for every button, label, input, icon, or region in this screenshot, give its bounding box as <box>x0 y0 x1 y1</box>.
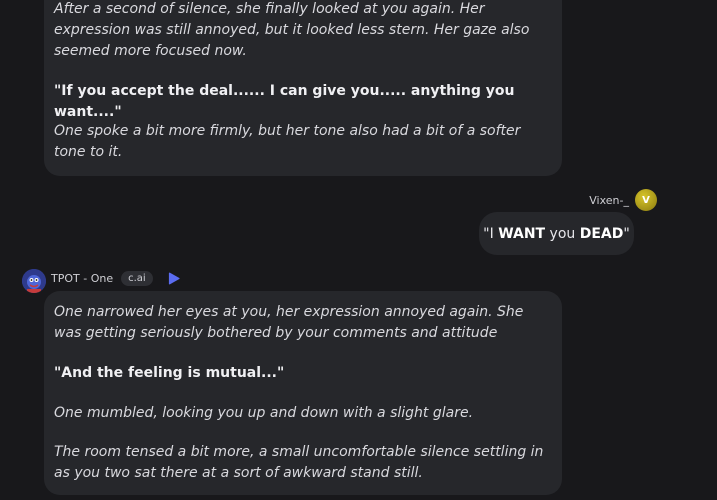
emphasis-word: DEAD <box>579 225 624 242</box>
user-message-text: "I WANT you DEAD" <box>483 226 630 242</box>
user-message-bubble: "I WANT you DEAD" <box>479 212 634 255</box>
chat-view: After a second of silence, she finally l… <box>0 0 717 500</box>
bot-avatar-image <box>22 269 46 293</box>
narration-text: One narrowed her eyes at you, her expres… <box>54 304 524 341</box>
user-avatar[interactable]: V <box>635 189 657 211</box>
user-header: Vixen-_ V <box>589 189 657 211</box>
bot-name[interactable]: TPOT - One <box>51 272 113 285</box>
speech-text: "If you accept the deal...... I can give… <box>54 83 515 120</box>
bot-header: TPOT - One c.ai <box>22 265 181 293</box>
bot-message-bubble: One narrowed her eyes at you, her expres… <box>44 291 562 495</box>
narration-text: The room tensed a bit more, a small unco… <box>54 444 544 481</box>
play-icon[interactable] <box>167 271 181 285</box>
bot-avatar[interactable] <box>22 269 46 293</box>
emphasis-word: WANT <box>498 225 546 242</box>
message-word: you <box>545 225 580 242</box>
quote-close: " <box>623 225 630 242</box>
narration-text: One mumbled, looking you up and down wit… <box>54 405 474 421</box>
user-name[interactable]: Vixen-_ <box>589 194 629 207</box>
quote-open: "I <box>483 225 499 242</box>
speech-text: "And the feeling is mutual..." <box>54 365 285 381</box>
narration-text: After a second of silence, she finally l… <box>54 1 530 59</box>
bot-message-bubble: After a second of silence, she finally l… <box>44 0 562 176</box>
narration-text: One spoke a bit more firmly, but her ton… <box>54 123 521 160</box>
bot-tag-badge: c.ai <box>121 270 153 286</box>
avatar-letter: V <box>642 194 650 206</box>
